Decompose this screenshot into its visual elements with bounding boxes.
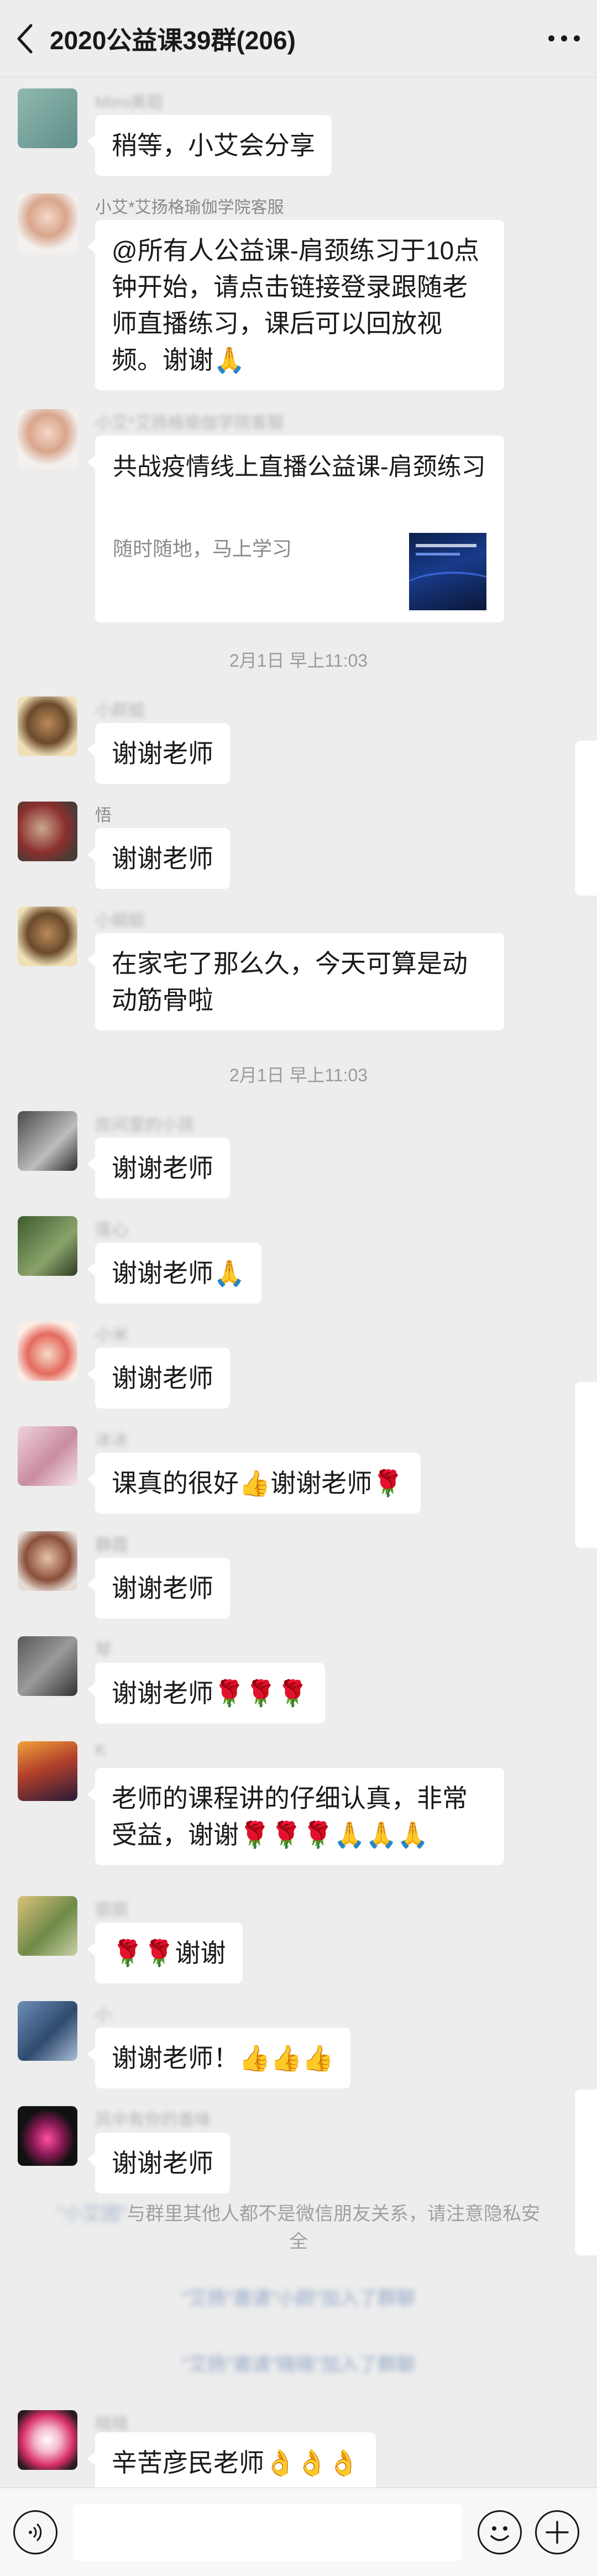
thumb-line [416,553,460,556]
notice-blurred-name: "小艾团" [56,2203,127,2224]
avatar[interactable] [18,907,77,966]
sender-name: 琴 [95,1641,112,1659]
message-bubble[interactable]: 谢谢老师 [87,1138,230,1198]
input-bar [0,2488,597,2576]
sender-name: 丽丽 [95,1901,128,1919]
avatar[interactable] [18,1636,77,1696]
message-bubble[interactable]: 谢谢老师 [87,723,230,784]
emoji-icon [490,2526,509,2541]
sender-name: 小 [95,2006,112,2024]
avatar[interactable] [18,1216,77,1276]
privacy-notice: "小艾团"与群里其他人都不是微信朋友关系，请注意隐私安全 [55,2200,542,2255]
sender-name: 小艾*艾扬格瑜伽学院客服 [95,198,284,217]
avatar[interactable] [18,1321,77,1381]
card-title: 共战疫情线上直播公益课-肩颈练习 [113,453,486,480]
message-input[interactable] [73,2504,462,2561]
sender-name: 小娟姐 [95,912,145,930]
message-bubble[interactable]: 课真的很好👍谢谢老师🌹 [87,1453,421,1514]
sender-name: 静霞 [95,1536,128,1554]
message-bubble[interactable]: 老师的课程讲的仔细认真，非常受益，谢谢🌹🌹🌹🙏🙏🙏 [87,1768,504,1865]
sender-name: 风中有你的香味 [95,2111,211,2129]
chat-header: 2020公益课39群(206) [0,0,597,77]
plus-button[interactable] [535,2510,579,2554]
message-bubble[interactable]: 谢谢老师 [87,828,230,889]
avatar[interactable] [18,193,77,253]
offscreen-bubble [575,741,597,896]
sender-name: 晓晓 [95,2415,128,2433]
message-bubble[interactable]: 谢谢老师 [87,2133,230,2193]
timestamp: 2月1日 早上11:03 [229,1065,368,1085]
sender-name: 房间里的小孩 [95,1116,195,1134]
message-bubble[interactable]: @所有人公益课-肩颈练习于10点钟开始，请点击链接登录跟随老师直播练习，课后可以… [87,220,504,390]
card-description: 随时随地，马上学习 [113,537,292,560]
message-bubble[interactable]: 谢谢老师 [87,1558,230,1619]
sender-name: 莲心 [95,1221,128,1239]
emoji-button[interactable] [478,2510,522,2554]
avatar[interactable] [18,1896,77,1956]
sender-name: 悟 [95,807,112,825]
notice-text: 与群里其他人都不是微信朋友关系，请注意隐私安全 [127,2203,541,2252]
avatar[interactable] [18,802,77,861]
sender-name: 小米 [95,1326,128,1344]
avatar[interactable] [18,88,77,148]
sender-name: 小颜姐 [95,701,145,720]
more-dot [561,35,567,41]
more-dots-icon [548,35,554,41]
chat-title: 2020公益课39群(206) [50,25,296,55]
sender-name: K [95,1741,107,1760]
avatar[interactable] [18,2106,77,2166]
join-notice: "艾扬"邀请"小颜"加入了群聊 [181,2288,416,2309]
avatar[interactable] [18,1741,77,1801]
avatar[interactable] [18,697,77,756]
more-button[interactable] [531,0,597,77]
avatar[interactable] [18,1111,77,1171]
sender-name: Mimi美姐 [95,93,164,112]
thumb-line [416,544,476,547]
message-bubble[interactable]: 辛苦彦民老师👌👌👌 [87,2432,376,2488]
message-bubble[interactable]: 谢谢老师 [87,1348,230,1409]
card-thumbnail [409,533,486,610]
voice-button[interactable] [13,2510,57,2554]
avatar[interactable] [18,1426,77,1486]
chat-area[interactable]: Mimi美姐 稍等，小艾会分享 小艾*艾扬格瑜伽学院客服 @所有人公益课-肩颈练… [0,77,597,2488]
link-card[interactable]: 共战疫情线上直播公益课-肩颈练习 随时随地，马上学习 [87,436,504,622]
back-button[interactable] [0,0,50,77]
timestamp: 2月1日 早上11:03 [229,651,368,671]
avatar[interactable] [18,2001,77,2061]
message-bubble[interactable]: 在家宅了那么久，今天可算是动动筋骨啦 [87,933,504,1030]
message-bubble[interactable]: 谢谢老师🌹🌹🌹 [87,1663,325,1724]
message-bubble[interactable]: 稍等，小艾会分享 [87,115,332,176]
message-bubble[interactable]: 谢谢老师🙏 [87,1243,262,1303]
sender-name: 小艾*艾扬格瑜伽学院客服 [95,414,284,432]
avatar[interactable] [18,409,77,469]
plus-icon [546,2521,569,2544]
offscreen-bubble [575,2090,597,2255]
message-bubble[interactable]: 🌹🌹谢谢 [87,1923,243,1983]
message-bubble[interactable]: 谢谢老师！👍👍👍 [87,2028,350,2088]
more-dot [573,35,580,41]
offscreen-bubble [575,1382,597,1548]
voice-icon [29,2523,42,2542]
avatar[interactable] [18,2410,77,2470]
chevron-left-icon [17,24,33,53]
avatar[interactable] [18,1531,77,1591]
join-notice: "艾扬"邀请"晓晓"加入了群聊 [181,2354,416,2375]
sender-name: 冰冰 [95,1431,128,1449]
thumb-arc [409,572,486,610]
